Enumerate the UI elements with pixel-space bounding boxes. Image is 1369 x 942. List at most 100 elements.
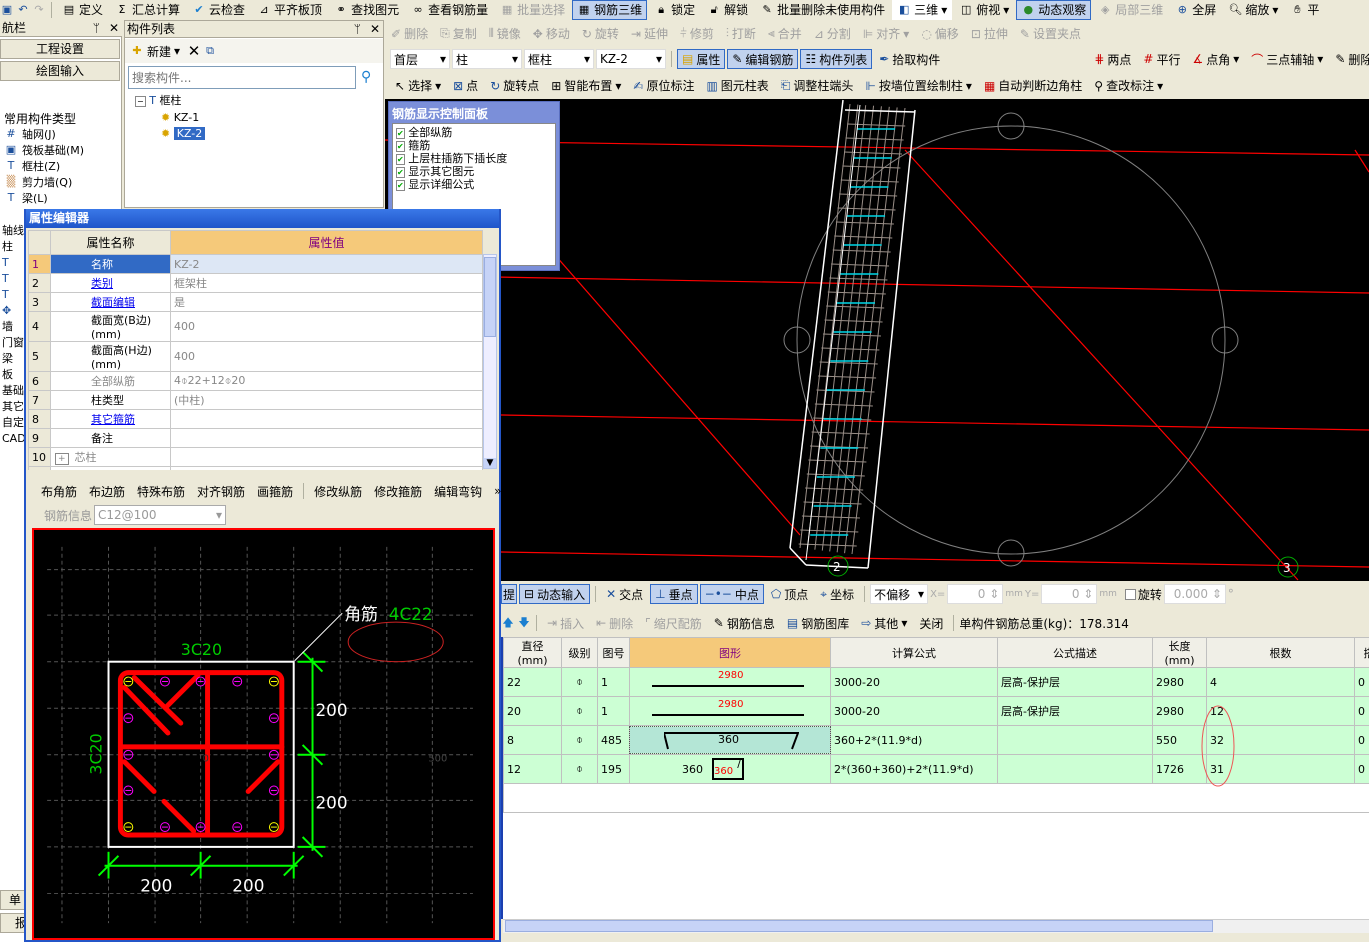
draw-by-wall-button[interactable]: ⊩ 按墙位置绘制柱 ▾ [860,76,977,96]
horizontal-scrollbar[interactable] [503,919,1369,933]
scale-rebar-button[interactable]: ⌜ 缩尺配筋 [640,613,707,633]
extend-button[interactable]: ⇥ 延伸 [626,24,673,44]
property-row[interactable]: 9 备注 [28,428,483,448]
offset-select[interactable]: 不偏移 ▾ [870,584,929,604]
batch-select-button[interactable]: ▦ 批量选择 [495,0,570,20]
find-element-button[interactable]: ⚭ 查找图元 [329,0,404,20]
column-table-button[interactable]: ▥ 图元柱表 [701,76,773,96]
component-select[interactable]: KZ-2 ▾ [596,49,666,69]
close-icon[interactable]: ✕ [370,21,380,38]
collapse-icon[interactable]: − [135,96,146,107]
delete-row-button[interactable]: ⇤ 删除 [591,613,638,633]
scroll-down-icon[interactable]: ▼ [484,458,496,468]
rotate-button[interactable]: ↻ 旋转 [577,24,624,44]
auto-corner-column-button[interactable]: ▦ 自动判断边角柱 [979,76,1087,96]
property-row[interactable]: 7 柱类型 (中柱) [28,390,483,410]
cell-shape[interactable]: 360 [629,725,831,755]
two-point-axis-button[interactable]: ⋕ 两点 [1089,49,1136,69]
cell-d[interactable]: 22 [503,667,562,697]
break-button[interactable]: ⫶ 打断 [721,24,761,44]
checkbox-checked-icon[interactable]: ✔ [396,180,405,191]
cell-no[interactable]: 195 [597,754,630,784]
property-row[interactable]: 10 + 芯柱 [28,447,483,467]
cell-no[interactable]: 485 [597,725,630,755]
column-header[interactable]: 图号 [597,637,630,668]
nav-item-beam[interactable]: T 梁(L) [0,190,122,206]
edge-rebar-button[interactable]: 布边筋 [84,481,130,501]
property-row[interactable]: 8 其它箍筋 [28,409,483,429]
align-rebar-button[interactable]: 对齐钢筋 [192,481,250,501]
column-header[interactable]: 搭 [1354,637,1369,668]
move-button[interactable]: ✥ 移动 [528,24,575,44]
tree-node-frame-column[interactable]: − T 框柱 [135,93,205,110]
cell-formula[interactable]: 3000-20 [830,667,998,697]
cell-grade[interactable]: ⌽ [561,754,598,784]
coordinate-snap[interactable]: ⌖ 坐标 [815,584,859,604]
grip-button[interactable]: ✎ 设置夹点 [1015,24,1086,44]
copy-icon[interactable]: ⧉ [203,44,217,58]
edit-stirrup-button[interactable]: 修改箍筋 [369,481,427,501]
rebar-library-button[interactable]: ▤ 钢筋图库 [782,613,854,633]
top-view-dropdown[interactable]: ◫ 俯视 ▾ [954,0,1014,20]
subtype-select[interactable]: 框柱 ▾ [524,49,594,69]
cell-shape[interactable]: 2980 [629,696,831,726]
component-list-button[interactable]: ☷ 构件列表 [800,49,873,69]
checkbox-checked-icon[interactable]: ✔ [396,154,405,165]
point-button[interactable]: ⊠ 点 [448,76,483,96]
property-row[interactable]: 4 截面宽(B边)(mm) 400 [28,311,483,342]
nav-button-drawing-input[interactable]: 绘图输入 [0,61,120,81]
move-up-icon[interactable]: 🡅 [501,616,515,630]
inplace-annotation-button[interactable]: ✍ 原位标注 [628,76,699,96]
zoom-dropdown[interactable]: 🔍︎ 缩放 ▾ [1223,0,1283,20]
cell-formula[interactable]: 360+2*(11.9*d) [830,725,998,755]
cell-d[interactable]: 20 [503,696,562,726]
column-header[interactable]: 计算公式 [830,637,998,668]
property-value[interactable]: KZ-2 [170,254,483,274]
cell-no[interactable]: 1 [597,696,630,726]
property-row[interactable]: 3 截面编辑是 [28,292,483,312]
cell-d[interactable]: 12 [503,754,562,784]
dynamic-view-button[interactable]: ● 动态观察 [1016,0,1092,20]
flush-slab-button[interactable]: ⊿ 平齐板顶 [252,0,327,20]
cell-grade[interactable]: ⌽ [561,725,598,755]
vertex-snap[interactable]: ⬠ 顶点 [766,584,813,604]
category-custom[interactable]: 自定 [2,415,26,431]
cell-lap[interactable]: 0 [1354,725,1369,755]
adjust-column-end-button[interactable]: ⎗ 调整柱端头 [776,76,859,96]
trim-button[interactable]: ⫩ 修剪 [675,24,719,44]
point-angle-axis-button[interactable]: ∡ 点角 ▾ [1187,49,1244,69]
category-axis[interactable]: 轴线 [2,223,26,239]
property-scrollbar[interactable]: ▼ [483,254,497,469]
type-select[interactable]: 柱 ▾ [452,49,522,69]
pin-icon[interactable]: ᛘ [354,21,361,38]
rebar-info-button[interactable]: ✎ 钢筋信息 [709,613,780,633]
corner-rebar-button[interactable]: 布角筋 [36,481,82,501]
unlock-button[interactable]: 🔓︎ 解锁 [702,0,753,20]
cell-formula[interactable]: 3000-20 [830,696,998,726]
split-button[interactable]: ⊿ 分割 [809,24,856,44]
category-slab[interactable]: 板 [2,367,26,383]
column-header[interactable]: 根数 [1206,637,1355,668]
view-3d-dropdown[interactable]: ◧ 三维 ▾ [892,0,953,20]
cell-lap[interactable]: 0 [1354,667,1369,697]
property-value[interactable] [170,409,483,429]
rotate-point-button[interactable]: ↻ 旋转点 [485,76,544,96]
property-row[interactable]: 6 全部纵筋 4⌽22+12⌽20 [28,371,483,391]
properties-button[interactable]: ▤ 属性 [677,49,726,69]
section-canvas[interactable]: 200 200 200 200 3C20 3C20 角筋 4C22 0 500 [32,528,495,940]
nav-button-project-settings[interactable]: 工程设置 [0,39,120,59]
close-icon[interactable]: ✕ [109,20,119,37]
more-icon[interactable]: » [489,481,506,501]
cell-len[interactable]: 2980 [1152,667,1207,697]
edit-rebar-button[interactable]: ✎ 编辑钢筋 [727,49,799,69]
nav-bottom-button-1[interactable]: 单 [0,890,25,910]
category-beam[interactable]: 梁 [2,351,26,367]
delete-icon[interactable]: ✕ [187,44,201,59]
pan-button[interactable]: ✋︎ 平 [1285,0,1324,20]
cell-shape[interactable]: 2980 [629,667,831,697]
lock-button[interactable]: 🔒︎ 锁定 [649,0,700,20]
category-foundation[interactable]: 基础 [2,383,26,399]
undo-icon[interactable]: ↶ [16,3,30,17]
cell-desc[interactable] [997,725,1153,755]
property-value[interactable]: 400 [170,311,483,342]
